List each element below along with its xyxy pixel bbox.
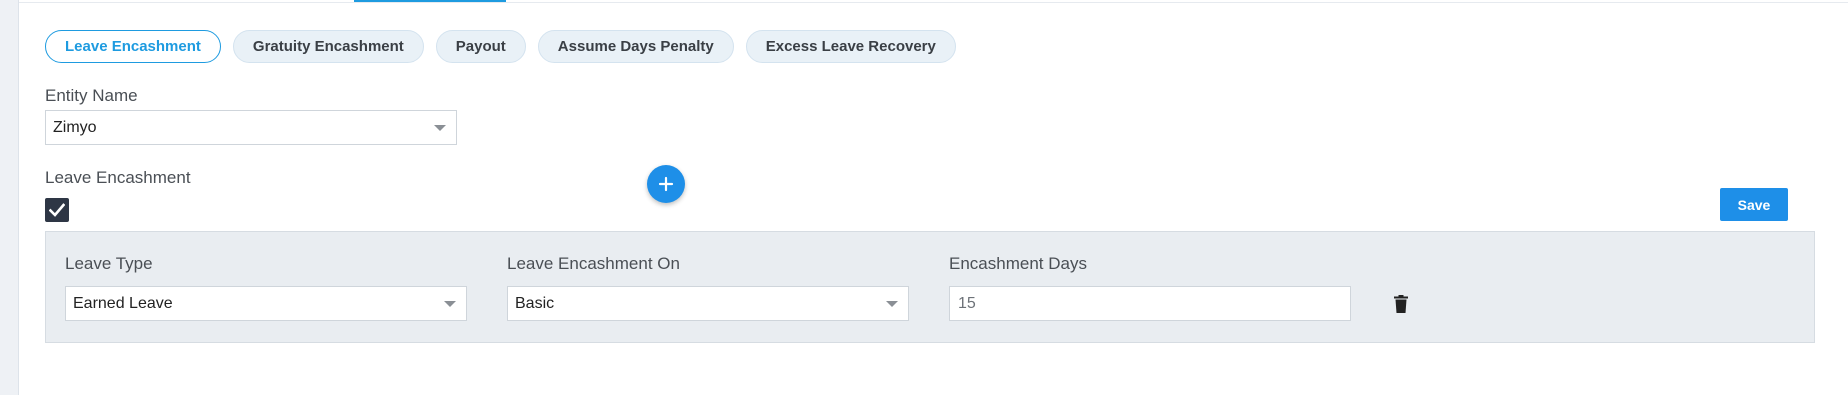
encashment-tabs: Leave Encashment Gratuity Encashment Pay… [45, 30, 956, 63]
entity-name-value: Zimyo [53, 118, 97, 136]
entity-name-select[interactable]: Zimyo [45, 110, 457, 145]
encashment-on-value: Basic [515, 294, 555, 312]
tab-gratuity-encashment[interactable]: Gratuity Encashment [232, 30, 424, 63]
encashment-days-value: 15 [958, 294, 976, 312]
settings-card: Leave Encashment Gratuity Encashment Pay… [18, 0, 1848, 395]
encashment-on-select[interactable]: Basic [507, 286, 909, 321]
trash-icon[interactable] [1394, 295, 1408, 313]
encashment-days-label: Encashment Days [949, 254, 1087, 273]
chevron-down-icon [886, 301, 898, 307]
leave-encashment-label: Leave Encashment [45, 168, 191, 187]
check-icon [49, 203, 65, 217]
entity-name-label: Entity Name [45, 86, 138, 105]
chevron-down-icon [444, 301, 456, 307]
tab-assume-days-penalty[interactable]: Assume Days Penalty [537, 30, 734, 63]
plus-icon [658, 176, 674, 192]
tab-excess-leave-recovery[interactable]: Excess Leave Recovery [745, 30, 956, 63]
add-row-button[interactable] [647, 165, 685, 203]
save-button[interactable]: Save [1720, 188, 1788, 221]
leave-type-label: Leave Type [65, 254, 153, 273]
top-divider [19, 2, 1848, 3]
encashment-days-input[interactable]: 15 [949, 286, 1351, 321]
leave-type-value: Earned Leave [73, 294, 173, 312]
tab-leave-encashment[interactable]: Leave Encashment [45, 30, 221, 63]
leave-encashment-checkbox[interactable] [45, 198, 69, 222]
encashment-on-label: Leave Encashment On [507, 254, 680, 273]
tab-payout[interactable]: Payout [435, 30, 526, 63]
chevron-down-icon [434, 125, 446, 131]
leave-type-select[interactable]: Earned Leave [65, 286, 467, 321]
